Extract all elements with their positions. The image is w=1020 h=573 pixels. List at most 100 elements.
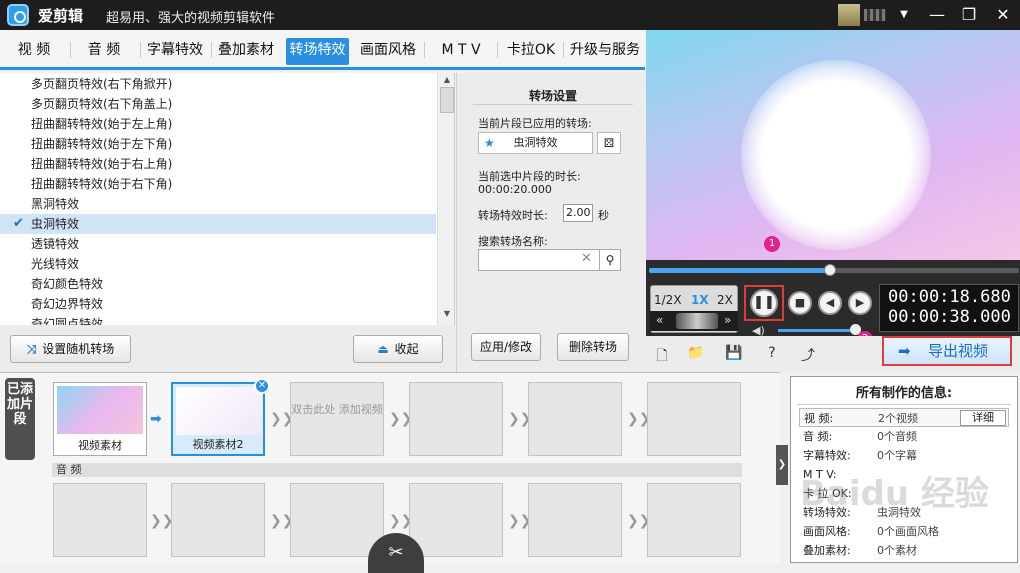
scroll-up-icon[interactable]: ▲ <box>441 75 453 87</box>
audio-slot[interactable] <box>171 483 265 557</box>
scroll-thumb[interactable] <box>440 87 454 113</box>
audio-slot[interactable] <box>409 483 503 557</box>
save-icon[interactable]: 💾 <box>724 345 744 363</box>
video-preview[interactable] <box>646 30 1020 260</box>
speed-double[interactable]: 2X <box>717 293 733 307</box>
export-icon: ➡ <box>898 342 911 360</box>
random-dice-icon[interactable]: ⚄ <box>597 132 621 154</box>
random-transition-button[interactable]: ⤨ 设置随机转场 <box>10 335 131 363</box>
empty-slot[interactable] <box>409 382 503 456</box>
transition-settings: 转场设置 当前片段已应用的转场: ★ 虫洞特效 ⚄ 当前选中片段的时长: 00:… <box>456 73 646 375</box>
tab-karaoke[interactable]: 卡拉OK <box>502 38 560 65</box>
clip-thumbnail <box>176 387 262 435</box>
close-icon[interactable]: ✕ <box>992 4 1014 26</box>
open-folder-icon[interactable]: 📁 <box>686 345 706 363</box>
collapse-button[interactable]: ⏏ 收起 <box>353 335 443 363</box>
random-transition-label: 设置随机转场 <box>42 342 115 356</box>
search-icon[interactable]: ⚲ <box>599 249 621 271</box>
info-value: 0个音频 <box>877 430 917 443</box>
empty-slot[interactable] <box>528 382 622 456</box>
audio-slot[interactable] <box>53 483 147 557</box>
tab-subtitle-effects[interactable]: 字幕特效 <box>144 38 206 65</box>
speed-normal[interactable]: 1X <box>691 293 709 307</box>
shuffle-icon: ⤨ <box>26 342 37 356</box>
list-item[interactable]: 扭曲翻转特效(始于右上角) <box>0 154 436 174</box>
list-item[interactable]: 奇幻颜色特效 <box>0 274 436 294</box>
empty-slot[interactable] <box>647 382 741 456</box>
list-item[interactable]: 黑洞特效 <box>0 194 436 214</box>
new-icon[interactable]: 🗋 <box>652 345 672 364</box>
tab-picture-style[interactable]: 画面风格 <box>356 38 420 65</box>
step-badge-1: 1 <box>764 236 780 252</box>
duration-label: 当前选中片段的时长: <box>478 170 581 183</box>
effect-duration-input[interactable]: 2.00 <box>563 204 593 222</box>
added-clips-tab[interactable]: 已添加片段 <box>5 378 35 460</box>
list-item-selected[interactable]: ✔ 虫洞特效 <box>0 214 436 234</box>
clip-1[interactable]: 视频素材 <box>53 382 147 456</box>
tab-transitions[interactable]: 转场特效 <box>286 38 349 65</box>
info-row-style: 画面风格: 0个画面风格 <box>799 522 1009 541</box>
user-avatar[interactable] <box>838 4 860 26</box>
list-item[interactable]: 奇幻边界特效 <box>0 294 436 314</box>
previous-frame-icon[interactable]: ◀ <box>818 291 842 315</box>
add-video-slot[interactable]: 双击此处 添加视频 <box>290 382 384 456</box>
list-item[interactable]: 透镜特效 <box>0 234 436 254</box>
info-row-overlay: 叠加素材: 0个素材 <box>799 541 1009 560</box>
export-video-button[interactable]: ➡ 导出视频 <box>882 336 1012 366</box>
rewind-icon[interactable]: « <box>656 313 663 327</box>
jog-control: « » <box>650 311 738 331</box>
jog-wheel[interactable] <box>676 313 718 329</box>
tab-mtv[interactable]: M T V <box>430 38 492 65</box>
list-item[interactable]: 奇幻圆点特效 <box>0 314 436 325</box>
dropdown-icon[interactable]: ▼ <box>893 4 915 26</box>
expand-panel-icon[interactable]: ❯ <box>776 445 788 485</box>
maximize-icon[interactable]: ❐ <box>958 4 980 26</box>
tab-video[interactable]: 视 频 <box>4 38 64 65</box>
fast-forward-icon[interactable]: » <box>724 313 731 327</box>
remove-clip-icon[interactable]: ✕ <box>254 378 270 394</box>
volume-slider[interactable] <box>778 329 856 332</box>
help-icon[interactable]: ? <box>762 345 782 363</box>
progress-knob[interactable] <box>824 264 837 276</box>
apply-button[interactable]: 应用/修改 <box>471 333 541 361</box>
baidu-watermark: Baidu 经验 <box>800 474 989 514</box>
scroll-down-icon[interactable]: ▼ <box>441 309 453 321</box>
transition-arrow: ❯❯ <box>150 513 174 529</box>
list-item[interactable]: 多页翻页特效(右下角掀开) <box>0 74 436 94</box>
tab-overlay[interactable]: 叠加素材 <box>214 38 278 65</box>
stop-icon[interactable]: ■ <box>788 291 812 315</box>
share-icon[interactable]: ⤴ <box>798 345 818 364</box>
applied-transition-field[interactable]: ★ 虫洞特效 <box>478 132 593 154</box>
transition-arrow-active[interactable]: ➡ <box>150 411 162 427</box>
info-row-video: 视 频: 2个视频 详细 <box>799 408 1009 427</box>
tab-separator <box>70 42 71 58</box>
clear-icon[interactable]: ✕ <box>581 251 592 266</box>
list-item[interactable]: 多页翻页特效(右下角盖上) <box>0 94 436 114</box>
audio-slot[interactable] <box>647 483 741 557</box>
list-scrollbar[interactable]: ▲ ▼ <box>437 73 454 325</box>
audio-slot[interactable] <box>290 483 384 557</box>
pause-icon[interactable]: ❚❚ <box>750 289 778 317</box>
duration-value: 00:00:20.000 <box>478 183 552 196</box>
tab-upgrade[interactable]: 升级与服务 <box>566 38 644 65</box>
collapse-label: 收起 <box>394 342 419 356</box>
tab-audio[interactable]: 音 频 <box>74 38 134 65</box>
list-item[interactable]: 扭曲翻转特效(始于左下角) <box>0 134 436 154</box>
delete-transition-button[interactable]: 删除转场 <box>557 333 629 361</box>
next-frame-icon[interactable]: ▶ <box>848 291 872 315</box>
clip-2-selected[interactable]: 视频素材2 <box>171 382 265 456</box>
speed-half[interactable]: 1/2X <box>654 293 682 307</box>
info-divider <box>797 404 1011 405</box>
audio-slot[interactable] <box>528 483 622 557</box>
list-item[interactable]: 扭曲翻转特效(始于左上角) <box>0 114 436 134</box>
info-value: 0个字幕 <box>877 449 917 462</box>
info-key: 视 频: <box>804 412 834 425</box>
list-item[interactable]: 扭曲翻转特效(始于右下角) <box>0 174 436 194</box>
minimize-icon[interactable]: — <box>926 4 948 26</box>
timeline: 已添加片段 视频素材 ➡ 视频素材2 ✕ ❯❯ 双击此处 添加视频 ❯❯ ❯❯ … <box>0 372 780 573</box>
list-actions: ⤨ 设置随机转场 ⏏ 收起 <box>0 325 455 375</box>
detail-button[interactable]: 详细 <box>960 410 1006 426</box>
user-name-blurred <box>864 9 886 21</box>
applied-transition-value: 虫洞特效 <box>513 136 558 149</box>
list-item[interactable]: 光线特效 <box>0 254 436 274</box>
